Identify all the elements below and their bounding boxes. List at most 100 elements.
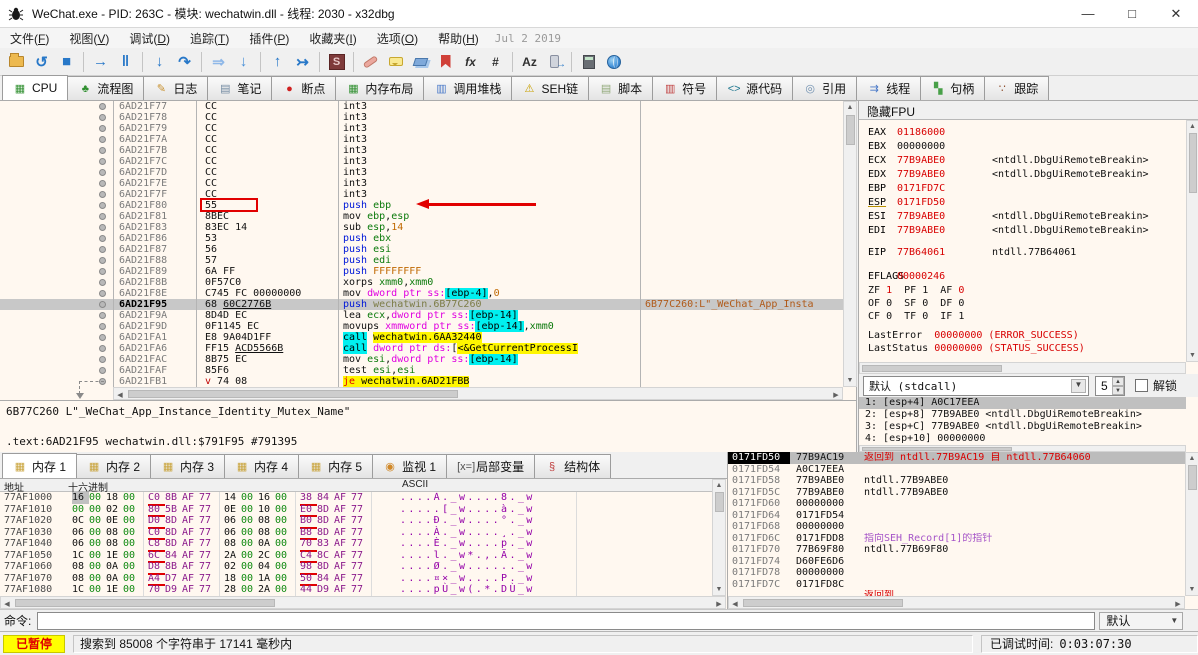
assemble-icon[interactable]: Az	[517, 50, 542, 74]
breakpoint-dot-icon[interactable]	[99, 213, 106, 220]
breakpoint-dot-icon[interactable]	[99, 279, 106, 286]
dump-row[interactable]: 77AF1040 06 00 08 00 C8 8D AF 77 08 00 0A 00 70 83 AF 77…	[0, 538, 712, 552]
bottom-tab-内存-1[interactable]: ▦ 内存 1	[2, 453, 78, 478]
open-file-icon[interactable]	[4, 50, 29, 74]
hash-icon[interactable]: #	[483, 50, 508, 74]
breakpoint-dot-icon[interactable]	[99, 169, 106, 176]
disasm-row[interactable]: 6AD21F8E C745 FC 00000000 mov dword ptr ss…	[0, 288, 843, 299]
disasm-row[interactable]: 6AD21FAF 85F6 test esi,esi	[0, 365, 843, 376]
label-icon[interactable]	[408, 50, 433, 74]
stepper-down-icon[interactable]: ▼	[1112, 385, 1124, 395]
breakpoint-dot-icon[interactable]	[99, 356, 106, 363]
stack-vertical-scrollbar[interactable]: ▲ ▼	[1185, 452, 1198, 596]
stack-row[interactable]: 0171FD6C 0171FDD8 指向SEH_Record[1]的指针	[728, 533, 1185, 545]
menu-item-t[interactable]: 追踪(T)	[180, 28, 239, 49]
breakpoint-dot-icon[interactable]	[99, 290, 106, 297]
disasm-row[interactable]: 6AD21F83 83EC 14 sub esp,14	[0, 222, 843, 233]
breakpoint-dot-icon[interactable]	[99, 136, 106, 143]
bottom-tab-监视-1[interactable]: ◉ 监视 1	[372, 454, 448, 478]
dump-row[interactable]: 77AF1070 08 00 0A 00 A4 D7 AF 77 18 00 1A 00 50 84 AF 77…	[0, 572, 712, 586]
close-button[interactable]: ✕	[1154, 0, 1198, 27]
disasm-row[interactable]: 6AD21F78 CC int3	[0, 112, 843, 123]
stack-row[interactable]: 0171FD74 D60FE6D6	[728, 556, 1185, 568]
register-row[interactable]: EIP 77B64061 ntdll.77B64061	[859, 246, 1186, 260]
execute-till-return-icon[interactable]: ↑	[265, 50, 290, 74]
dump-row[interactable]: 77AF1050 1C 00 1E 00 6C 84 AF 77 2A 00 2C 00 C4 8C AF 77…	[0, 549, 712, 563]
dump-rows[interactable]: 77AF1000 16 00 18 00 C0 8B AF 77 14 00 16 00 38 84 AF 77…	[0, 492, 712, 596]
help-phone-icon[interactable]	[542, 50, 567, 74]
step-into-swallow-icon[interactable]: ↓	[231, 50, 256, 74]
tab-符号[interactable]: ▥ 符号	[652, 76, 718, 100]
minimize-button[interactable]: —	[1066, 0, 1110, 27]
bookmark-icon[interactable]	[433, 50, 458, 74]
disasm-row[interactable]: 6AD21F8B 0F57C0 xorps xmm0,xmm0	[0, 277, 843, 288]
stack-row[interactable]: 0171FD60 00000000	[728, 498, 1185, 510]
command-input[interactable]	[37, 611, 1096, 630]
disasm-row[interactable]: 6AD21F86 53 push ebx	[0, 233, 843, 244]
breakpoint-dot-icon[interactable]	[99, 125, 106, 132]
register-row[interactable]: EDI 77B9ABE0 <ntdll.DbgUiRemoteBreakin>	[859, 224, 1186, 238]
disassembly-panel[interactable]: 6AD21F77 CC int3 6AD21F78 CC int3 6AD21F79 CC in…	[0, 101, 857, 400]
dump-row[interactable]: 77AF1000 16 00 18 00 C0 8B AF 77 14 00 16 00 38 84 AF 77…	[0, 492, 712, 506]
disasm-row[interactable]: 6AD21F7C CC int3	[0, 156, 843, 167]
menu-item-d[interactable]: 调试(D)	[119, 28, 180, 49]
disasm-row[interactable]: 6AD21F77 CC int3	[0, 101, 843, 112]
dump-row[interactable]: 77AF1080 1C 00 1E 00 70 D9 AF 77 28 00 2A 00 44 D9 AF 77…	[0, 584, 712, 596]
hide-fpu-button[interactable]: 隐藏FPU	[859, 101, 1198, 120]
disasm-row[interactable]: 6AD21F89 6A FF push FFFFFFFF	[0, 266, 843, 277]
bottom-tab-内存-4[interactable]: ▦ 内存 4	[224, 454, 300, 478]
tab-笔记[interactable]: ▤ 笔记	[207, 76, 273, 100]
dump-row[interactable]: 77AF1060 08 00 0A 00 D8 8B AF 77 02 00 04 00 98 8D AF 77…	[0, 561, 712, 575]
stack-rows[interactable]: 0171FD50 77B9AC19 返回到 ntdll.77B9AC19 自 ntd…	[728, 452, 1185, 596]
menu-item-i[interactable]: 收藏夹(I)	[299, 28, 366, 49]
call-arguments-list[interactable]: 1: [esp+4] A0C17EEA 2: [esp+8] 77B9ABE0 <…	[859, 397, 1186, 445]
breakpoint-dot-icon[interactable]	[99, 235, 106, 242]
menu-item-p[interactable]: 插件(P)	[239, 28, 299, 49]
breakpoint-dot-icon[interactable]	[99, 114, 106, 121]
breakpoint-dot-icon[interactable]	[99, 147, 106, 154]
tab-线程[interactable]: ⇉ 线程	[856, 76, 922, 100]
bottom-tab-内存-3[interactable]: ▦ 内存 3	[150, 454, 226, 478]
stack-row[interactable]: 0171FD68 00000000	[728, 521, 1185, 533]
breakpoint-dot-icon[interactable]	[99, 345, 106, 352]
disasm-row[interactable]: 6AD21F9D 0F1145 EC movups xmmword ptr ss:[…	[0, 321, 843, 332]
breakpoint-dot-icon[interactable]	[99, 323, 106, 330]
register-row[interactable]: ESP 0171FD50	[859, 196, 1186, 210]
run-to-user-icon[interactable]: ↣	[290, 50, 315, 74]
patch-icon[interactable]	[358, 50, 383, 74]
disasm-row[interactable]: 6AD21FB1 v 74 08 je wechatwin.6AD21FBB	[0, 376, 843, 387]
arguments-horizontal-scrollbar[interactable]	[859, 445, 1186, 452]
bottom-tab-局部变量[interactable]: [x=] 局部变量	[446, 454, 536, 478]
breakpoint-dot-icon[interactable]	[99, 158, 106, 165]
tab-流程图[interactable]: ♣ 流程图	[67, 76, 145, 100]
tab-调用堆栈[interactable]: ▥ 调用堆栈	[423, 76, 513, 100]
disasm-row[interactable]: 6AD21F81 8BEC mov ebp,esp	[0, 211, 843, 222]
breakpoint-dot-icon[interactable]	[99, 224, 106, 231]
disasm-row[interactable]: 6AD21F7B CC int3	[0, 145, 843, 156]
stack-row[interactable]: 0171FD7C 0171FD8C	[728, 579, 1185, 591]
disasm-row[interactable]: 6AD21FAC 8B75 EC mov esi,dword ptr ss:[ebp…	[0, 354, 843, 365]
breakpoint-dot-icon[interactable]	[99, 202, 106, 209]
breakpoint-dot-icon[interactable]	[99, 103, 106, 110]
breakpoint-dot-icon[interactable]	[99, 268, 106, 275]
argument-depth-stepper[interactable]: 5 ▲ ▼	[1095, 375, 1125, 396]
register-row[interactable]: EBP 0171FD7C	[859, 182, 1186, 196]
command-profile-select[interactable]: 默认 ▼	[1099, 611, 1184, 630]
disasm-row[interactable]: 6AD21FA6 FF15 ACD5566B call dword ptr ds:[…	[0, 343, 843, 354]
registers-panel[interactable]: 隐藏FPU EAX 01186000 EBX 00000000 ECX 77B9ABE0 <…	[858, 101, 1198, 452]
breakpoint-dot-icon[interactable]	[99, 367, 106, 374]
tab-内存布局[interactable]: ▦ 内存布局	[335, 76, 425, 100]
disasm-horizontal-scrollbar[interactable]: ◀ ▶	[113, 387, 843, 400]
disasm-row[interactable]: 6AD21F79 CC int3	[0, 123, 843, 134]
argument-row[interactable]: 4: [esp+10] 00000000	[859, 433, 1186, 445]
menu-item-f[interactable]: 文件(F)	[0, 28, 59, 49]
register-row[interactable]: EDX 77B9ABE0 <ntdll.DbgUiRemoteBreakin>	[859, 168, 1186, 182]
registers-horizontal-scrollbar[interactable]	[859, 362, 1186, 374]
calculator-icon[interactable]	[576, 50, 601, 74]
register-row[interactable]: ESI 77B9ABE0 <ntdll.DbgUiRemoteBreakin>	[859, 210, 1186, 224]
registers-vertical-scrollbar[interactable]: ▲ ▼	[1186, 120, 1198, 362]
chevron-down-icon[interactable]: ▼	[1071, 378, 1086, 393]
stack-row[interactable]: 0171FD5C 77B9ABE0 ntdll.77B9ABE0	[728, 487, 1185, 499]
tab-断点[interactable]: ● 断点	[271, 76, 337, 100]
stop-icon[interactable]: ■	[54, 50, 79, 74]
